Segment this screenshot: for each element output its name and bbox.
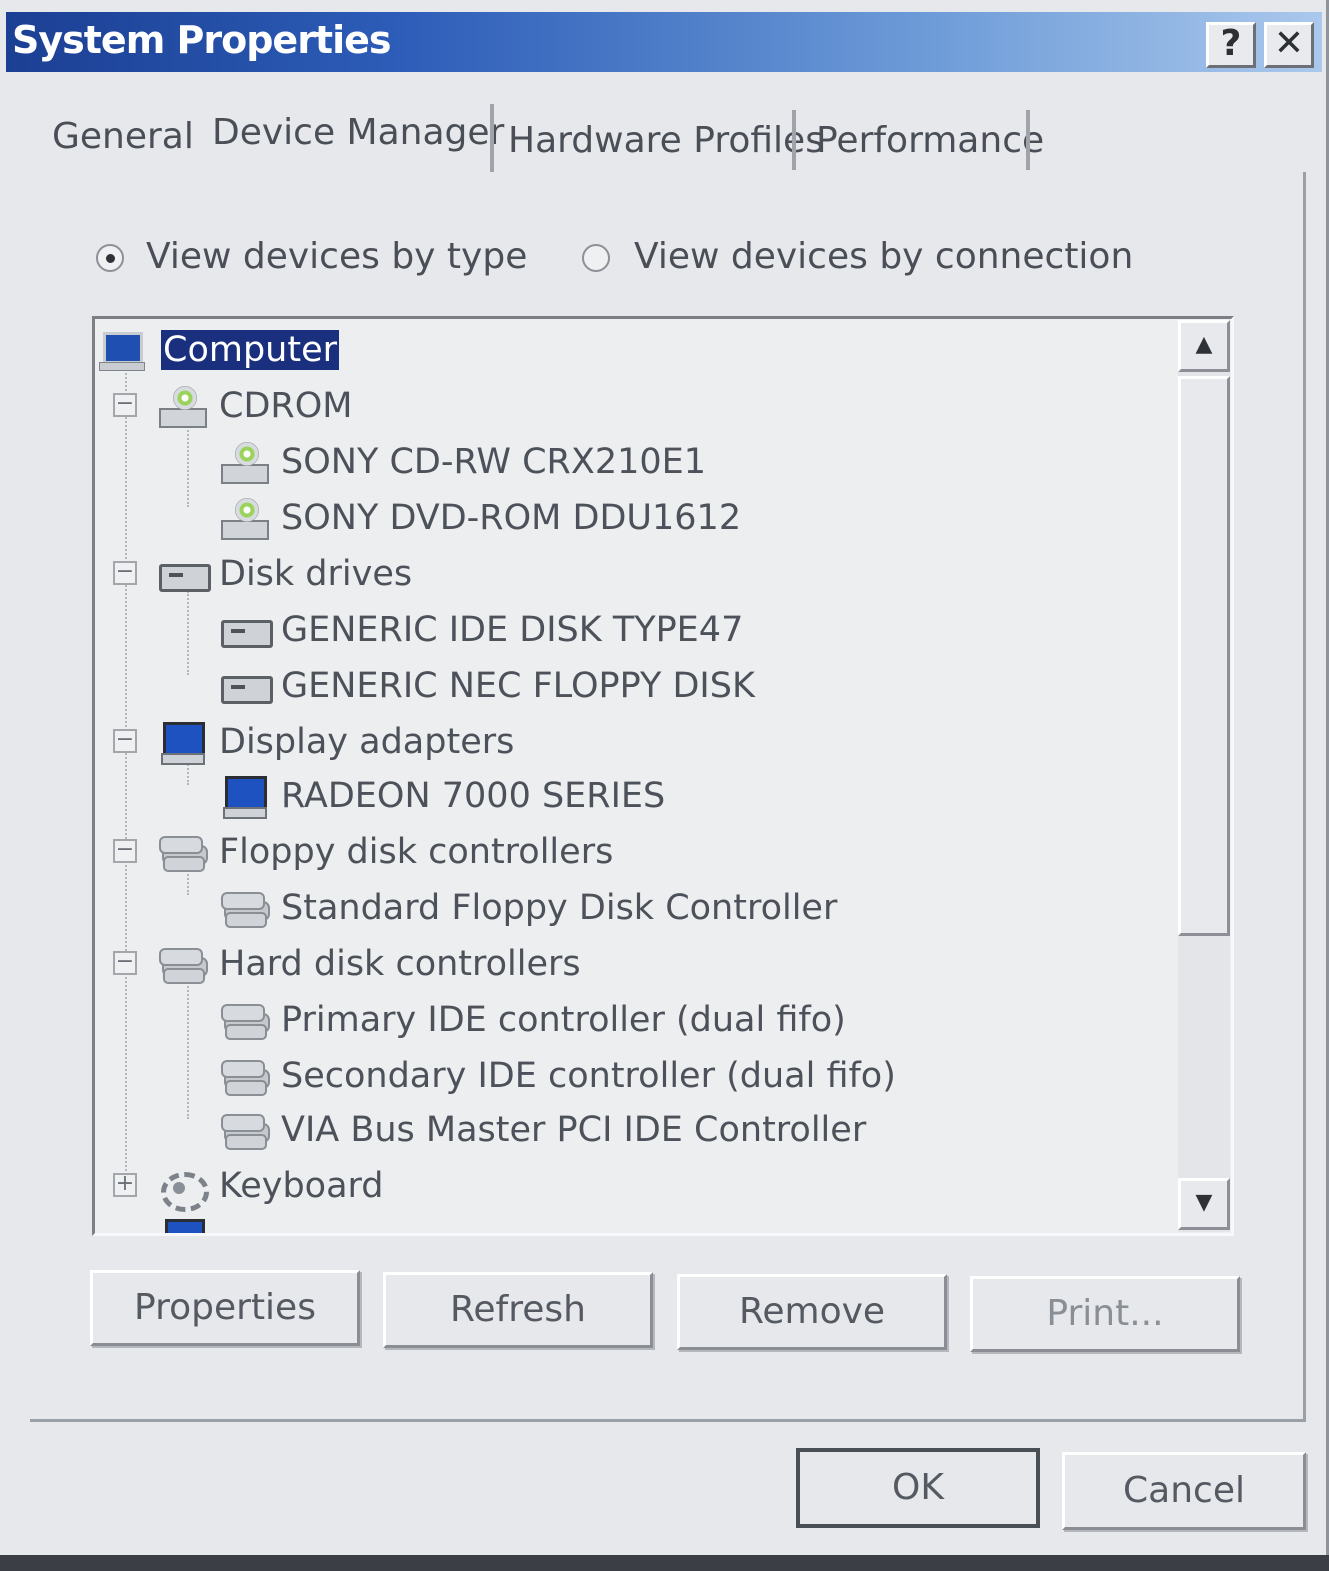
close-button[interactable]: ✕	[1264, 22, 1314, 68]
scroll-thumb[interactable]	[1178, 376, 1230, 936]
tab-divider	[792, 110, 796, 170]
help-button[interactable]: ?	[1206, 22, 1256, 68]
disk-drive-icon	[157, 554, 211, 594]
print-button[interactable]: Print...	[970, 1276, 1240, 1352]
device-label: Primary IDE controller (dual fifo)	[281, 1000, 846, 1040]
tree-root-computer[interactable]: Computer	[99, 325, 339, 375]
tree-device-item[interactable]: GENERIC NEC FLOPPY DISK	[219, 661, 755, 711]
device-tree[interactable]: Computer − CDROM SONY CD-RW CRX210E1 SON…	[92, 316, 1234, 1236]
tree-line	[187, 979, 189, 1119]
tree-category-display-adapters[interactable]: Display adapters	[157, 717, 514, 767]
display-adapter-icon	[157, 722, 205, 765]
controller-icon	[219, 888, 267, 928]
device-label: GENERIC IDE DISK TYPE47	[281, 610, 744, 650]
refresh-button[interactable]: Refresh	[383, 1272, 653, 1348]
window-title: System Properties	[12, 18, 392, 62]
controller-icon	[219, 1000, 267, 1040]
remove-button[interactable]: Remove	[677, 1274, 947, 1350]
cdrom-icon	[219, 442, 269, 484]
tree-device-item[interactable]: SONY DVD-ROM DDU1612	[219, 493, 741, 543]
device-label: Secondary IDE controller (dual fifo)	[281, 1056, 896, 1096]
tree-root-label: Computer	[161, 330, 339, 370]
tab-device-manager[interactable]: Device Manager	[212, 112, 504, 153]
properties-button[interactable]: Properties	[90, 1270, 360, 1346]
tree-category-cdrom[interactable]: CDROM	[157, 381, 352, 431]
ok-button[interactable]: OK	[796, 1448, 1040, 1528]
tab-divider	[490, 104, 494, 172]
device-label: VIA Bus Master PCI IDE Controller	[281, 1110, 867, 1150]
computer-icon	[99, 330, 147, 371]
controller-icon	[219, 1056, 267, 1096]
category-label: Floppy disk controllers	[219, 832, 614, 872]
expand-hard-disk-controllers[interactable]: −	[113, 951, 137, 975]
device-label: SONY CD-RW CRX210E1	[281, 442, 707, 482]
view-by-connection-radio[interactable]	[582, 244, 610, 272]
expand-cdrom[interactable]: −	[113, 393, 137, 417]
tree-line	[125, 369, 127, 1191]
scroll-down-button[interactable]: ▼	[1178, 1178, 1230, 1230]
tree-device-item[interactable]: GENERIC IDE DISK TYPE47	[219, 605, 743, 655]
device-label: SONY DVD-ROM DDU1612	[281, 498, 742, 538]
tree-category-floppy-controllers[interactable]: Floppy disk controllers	[157, 827, 613, 877]
category-label: Keyboard	[219, 1166, 384, 1206]
disk-drive-icon	[219, 610, 273, 650]
expand-disk-drives[interactable]: −	[113, 561, 137, 585]
tree-line	[187, 591, 189, 675]
category-label: Disk drives	[219, 554, 413, 594]
disk-drive-icon	[219, 666, 273, 706]
controller-icon	[157, 944, 205, 984]
tree-category-disk-drives[interactable]: Disk drives	[157, 549, 412, 599]
keyboard-icon	[157, 1166, 209, 1212]
expand-display-adapters[interactable]: −	[113, 729, 137, 753]
title-bar[interactable]: System Properties ? ✕	[6, 12, 1322, 72]
expand-keyboard[interactable]: +	[113, 1173, 137, 1197]
system-properties-window: System Properties ? ✕ General Device Man…	[0, 0, 1329, 1555]
tree-device-item[interactable]: RADEON 7000 SERIES	[219, 771, 665, 821]
monitor-icon	[165, 1219, 205, 1233]
tab-performance[interactable]: Performance	[816, 120, 1044, 161]
tree-device-item[interactable]: Secondary IDE controller (dual fifo)	[219, 1051, 896, 1101]
cancel-button[interactable]: Cancel	[1062, 1452, 1306, 1530]
category-label: Hard disk controllers	[219, 944, 581, 984]
device-label: RADEON 7000 SERIES	[281, 776, 666, 816]
cdrom-icon	[157, 386, 207, 428]
expand-floppy-controllers[interactable]: −	[113, 839, 137, 863]
tab-general[interactable]: General	[52, 116, 194, 157]
view-by-connection-label: View devices by connection	[634, 236, 1134, 277]
tab-divider	[1026, 110, 1030, 170]
category-label: CDROM	[219, 386, 353, 426]
tab-hardware-profiles[interactable]: Hardware Profiles	[508, 120, 824, 161]
device-label: GENERIC NEC FLOPPY DISK	[281, 666, 755, 706]
cdrom-icon	[219, 498, 269, 540]
controller-icon	[157, 832, 205, 872]
device-label: Standard Floppy Disk Controller	[281, 888, 838, 928]
tree-scrollbar[interactable]: ▲ ▼	[1178, 320, 1230, 1232]
tree-device-item[interactable]: VIA Bus Master PCI IDE Controller	[219, 1105, 866, 1155]
view-by-type-label: View devices by type	[146, 236, 528, 277]
tree-device-item[interactable]: SONY CD-RW CRX210E1	[219, 437, 706, 487]
tree-category-hard-disk-controllers[interactable]: Hard disk controllers	[157, 939, 581, 989]
controller-icon	[219, 1110, 267, 1150]
scroll-up-button[interactable]: ▲	[1178, 320, 1230, 372]
tree-category-keyboard[interactable]: Keyboard	[157, 1161, 384, 1212]
tree-line	[187, 423, 189, 507]
display-adapter-icon	[219, 776, 267, 819]
screen-bottom-edge	[0, 1555, 1329, 1571]
tree-device-item[interactable]: Standard Floppy Disk Controller	[219, 883, 837, 933]
category-label: Display adapters	[219, 722, 515, 762]
tree-device-item[interactable]: Primary IDE controller (dual fifo)	[219, 995, 846, 1045]
view-by-type-radio[interactable]	[96, 244, 124, 272]
